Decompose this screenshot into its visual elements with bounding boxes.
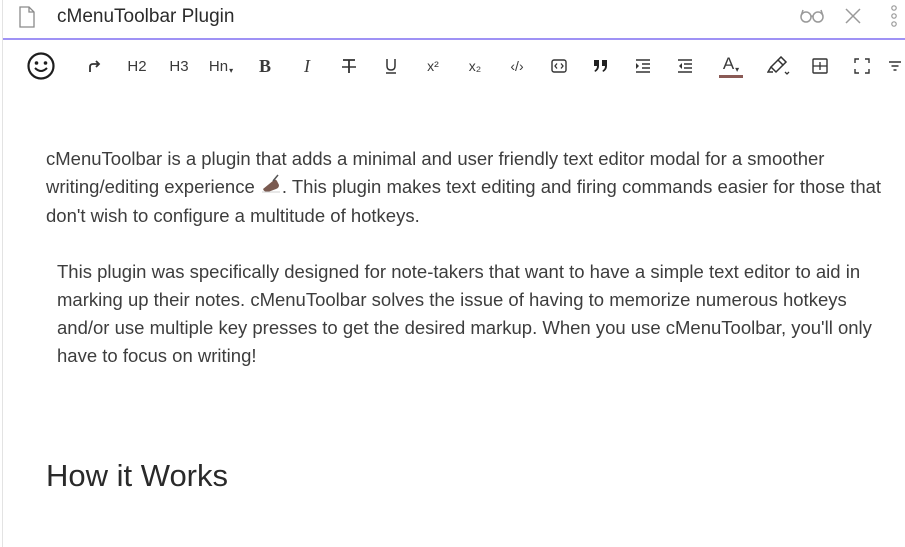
bold-button[interactable]: B [251, 52, 279, 80]
fullscreen-icon [854, 58, 870, 74]
heading-3-label: H3 [169, 57, 189, 75]
underline-icon [384, 58, 398, 74]
heading-n-label: Hn [208, 57, 229, 75]
blockquote-button[interactable] [587, 52, 615, 80]
filter-lines-icon [888, 60, 902, 72]
toolbar-more-button[interactable] [886, 52, 904, 80]
vertical-ellipsis-icon [890, 4, 898, 33]
cmenu-toolbar: H2 H3 Hn ▾ B I x² x₂ ‹/› A ▾ [0, 44, 905, 88]
more-options-button[interactable] [884, 4, 904, 33]
editor-content[interactable]: cMenuToolbar is a plugin that adds a min… [46, 145, 896, 230]
inline-code-label: ‹/› [510, 58, 524, 74]
view-title[interactable]: cMenuToolbar Plugin [57, 6, 234, 28]
close-icon [845, 7, 861, 29]
heading-2-label: H2 [127, 57, 147, 75]
code-block-button[interactable] [545, 52, 573, 80]
glasses-icon [799, 8, 825, 29]
indent-icon [635, 58, 651, 74]
smiley-icon [27, 52, 55, 80]
strikethrough-icon [341, 58, 357, 74]
heading-2-button[interactable]: H2 [123, 52, 151, 80]
italic-button[interactable]: I [293, 52, 321, 80]
italic-label: I [304, 55, 310, 76]
reading-view-button[interactable] [798, 6, 826, 30]
strikethrough-button[interactable] [335, 52, 363, 80]
highlighter-icon [767, 56, 791, 76]
table-icon [812, 58, 828, 74]
close-button[interactable] [842, 6, 864, 30]
subscript-label: x₂ [468, 58, 482, 74]
purpose-paragraph: This plugin was specifically designed fo… [57, 261, 872, 366]
font-color-icon: A ▾ [722, 54, 740, 74]
outdent-icon [677, 58, 693, 74]
redo-icon [86, 58, 102, 74]
heading-3-button[interactable]: H3 [165, 52, 193, 80]
section-heading: How it Works [46, 458, 229, 493]
inline-code-button[interactable]: ‹/› [503, 52, 531, 80]
bold-label: B [258, 55, 271, 76]
intro-paragraph: cMenuToolbar is a plugin that adds a min… [46, 145, 896, 230]
indent-button[interactable] [629, 52, 657, 80]
quote-icon [593, 59, 609, 73]
dropdown-caret-icon: ▾ [229, 65, 234, 75]
subscript-button[interactable]: x₂ [461, 52, 489, 80]
view-header: cMenuToolbar Plugin [0, 0, 905, 38]
document-icon [18, 6, 36, 28]
codeblock-icon [551, 59, 567, 73]
table-button[interactable] [806, 52, 834, 80]
fullscreen-button[interactable] [848, 52, 876, 80]
superscript-button[interactable]: x² [419, 52, 447, 80]
font-color-button[interactable]: A ▾ [715, 52, 747, 80]
font-color-label: A [722, 54, 735, 73]
redo-button[interactable] [80, 52, 108, 80]
outdent-button[interactable] [671, 52, 699, 80]
writing-hand-icon [260, 174, 282, 202]
highlight-button[interactable] [764, 52, 794, 80]
emoji-button[interactable] [27, 52, 55, 80]
header-accent-line [3, 38, 905, 40]
font-color-swatch [719, 75, 743, 78]
underline-button[interactable] [377, 52, 405, 80]
heading-n-dropdown[interactable]: Hn ▾ [205, 52, 237, 80]
superscript-label: x² [427, 58, 439, 74]
